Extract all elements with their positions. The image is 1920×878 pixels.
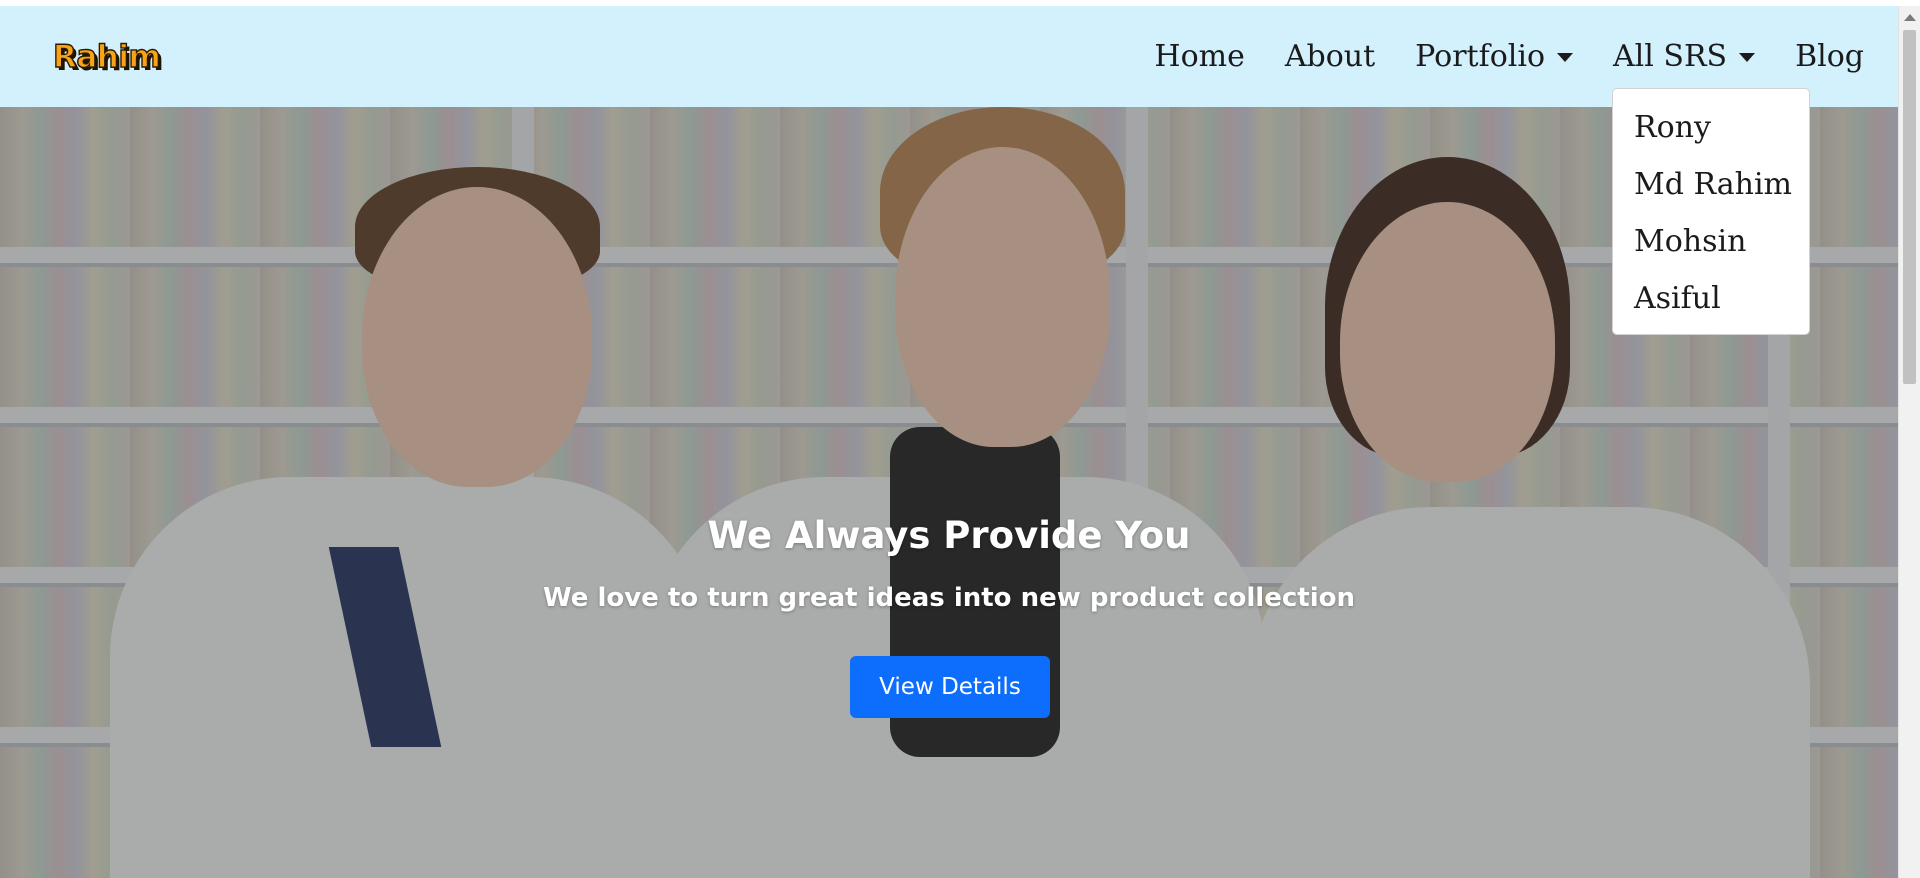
vertical-scrollbar[interactable]	[1898, 6, 1920, 878]
nav-link-blog[interactable]: Blog	[1795, 39, 1864, 74]
dropdown-item-rony[interactable]: Rony	[1613, 99, 1809, 156]
page: Rahim Home About Portfolio All SRS Blog	[0, 0, 1920, 878]
chevron-down-icon	[1557, 53, 1573, 62]
nav-link-home-label: Home	[1154, 39, 1245, 74]
all-srs-dropdown-menu: Rony Md Rahim Mohsin Asiful	[1612, 88, 1810, 335]
chevron-down-icon	[1739, 53, 1756, 62]
nav-link-home[interactable]: Home	[1154, 39, 1244, 74]
nav-dropdown-portfolio[interactable]: Portfolio	[1415, 39, 1573, 74]
scrollbar-thumb[interactable]	[1903, 30, 1916, 384]
dropdown-item-mohsin[interactable]: Mohsin	[1613, 213, 1809, 270]
nav-link-about[interactable]: About	[1285, 39, 1375, 74]
nav-dropdown-all-srs-label: All SRS	[1613, 39, 1728, 74]
scroll-up-arrow-icon[interactable]	[1904, 14, 1916, 21]
view-details-button[interactable]: View Details	[850, 656, 1050, 718]
nav-link-about-label: About	[1284, 39, 1376, 74]
hero-title: We Always Provide You	[707, 514, 1191, 557]
nav-dropdown-portfolio-label: Portfolio	[1415, 39, 1545, 74]
nav-dropdown-all-srs[interactable]: All SRS	[1613, 39, 1756, 74]
dropdown-item-md-rahim[interactable]: Md Rahim	[1613, 156, 1809, 213]
dropdown-item-asiful[interactable]: Asiful	[1613, 270, 1809, 327]
nav-link-blog-label: Blog	[1795, 39, 1864, 74]
brand-logo[interactable]: Rahim	[52, 41, 161, 73]
hero-subtitle: We love to turn great ideas into new pro…	[543, 583, 1355, 613]
